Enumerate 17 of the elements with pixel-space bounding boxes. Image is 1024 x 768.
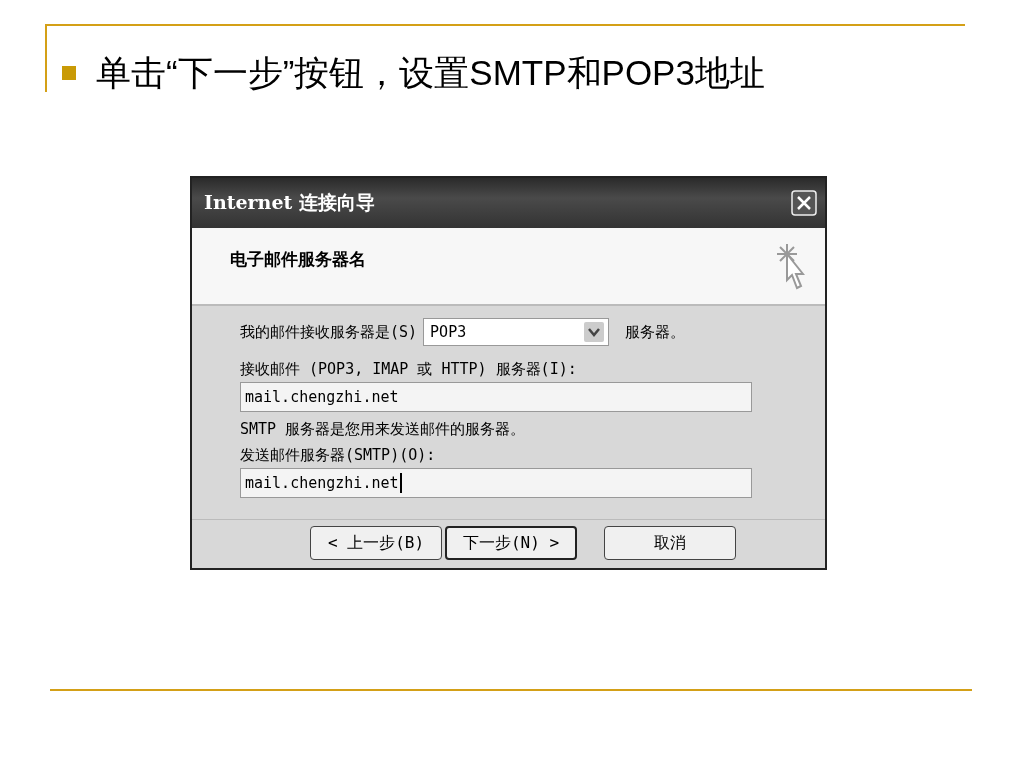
field-suffix: 服务器。	[625, 322, 686, 342]
field-label: 我的邮件接收服务器是(S)	[240, 322, 418, 342]
dialog-button[interactable]: 取消	[604, 526, 736, 560]
field-label: 发送邮件服务器(SMTP)(O):	[240, 445, 437, 466]
field-label: 接收邮件 (POP3, IMAP 或 HTTP) 服务器(I):	[240, 359, 578, 380]
dialog-button[interactable]: < 上一步(B)	[310, 526, 442, 560]
field-label: SMTP 服务器是您用来发送邮件的服务器。	[240, 419, 527, 440]
bullet-icon	[62, 66, 76, 80]
header-title: 电子邮件服务器名	[230, 248, 366, 271]
window-title: Internet 连接向导	[204, 190, 375, 215]
server-type-dropdown[interactable]: POP3	[423, 318, 610, 346]
close-icon[interactable]	[791, 190, 817, 216]
cursor-sparkle-icon	[775, 242, 805, 292]
input-field[interactable]: mail.chengzhi.net	[240, 468, 752, 498]
input-field[interactable]: mail.chengzhi.net	[240, 382, 752, 412]
dialog-button[interactable]: 下一步(N) >	[445, 526, 577, 560]
bullet-text: 单击“下一步”按钮，设置SMTP和POP3地址	[96, 52, 766, 94]
